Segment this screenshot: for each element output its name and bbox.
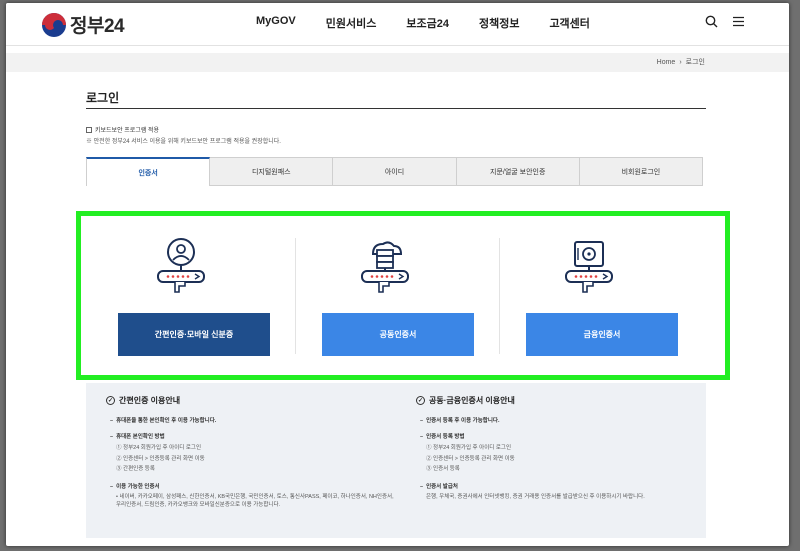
- certificate-panel: 간편인증·모바일 신분증 공동인증서 금융인증서: [76, 211, 730, 380]
- tab-digital-onepass[interactable]: 디지털원패스: [210, 157, 334, 186]
- site-header: 정부24 MyGOV 민원서비스 보조금24 정책정보 고객센터: [6, 3, 789, 46]
- simple-auth-guide: ✓ 간편인증 이용안내 – 휴대폰을 통한 본인확인 후 이용 가능합니다. – 휴…: [106, 395, 406, 517]
- guide-title: 간편인증 이용안내: [119, 396, 181, 405]
- browser-window: 정부24 MyGOV 민원서비스 보조금24 정책정보 고객센터 Home › …: [6, 3, 789, 546]
- tab-id[interactable]: 아이디: [333, 157, 457, 186]
- financial-cert-column: 금융인증서: [489, 216, 689, 375]
- tab-biometric[interactable]: 지문/얼굴 보안인증: [456, 157, 580, 186]
- logo-text: 정부24: [70, 16, 125, 37]
- breadcrumb-bar: Home › 로그인: [6, 53, 789, 72]
- simple-auth-column: 간편인증·모바일 신분증: [81, 216, 281, 375]
- guide-item: – 인증서 발급처: [420, 484, 458, 491]
- guide-step: ① 정부24 회원가입 후 아이디 로그인: [426, 445, 512, 451]
- main-nav: MyGOV 민원서비스 보조금24 정책정보 고객센터: [256, 15, 620, 31]
- keyboard-security-checkbox[interactable]: [86, 126, 92, 133]
- guide-item: – 이용 가능한 인증서: [110, 484, 160, 491]
- guide-step: ① 정부24 회원가입 후 아이디 로그인: [116, 445, 202, 451]
- joint-cert-button[interactable]: 공동인증서: [322, 313, 474, 356]
- simple-auth-button[interactable]: 간편인증·모바일 신분증: [118, 313, 270, 356]
- check-circle-icon: ✓: [416, 396, 425, 405]
- financial-cert-button[interactable]: 금융인증서: [526, 313, 678, 356]
- search-icon[interactable]: [705, 15, 718, 28]
- nav-customer-center[interactable]: 고객센터: [549, 15, 589, 31]
- guide-item: – 휴대폰 본인확인 방법: [110, 434, 165, 440]
- usage-guide: ✓ 간편인증 이용안내 – 휴대폰을 통한 본인확인 후 이용 가능합니다. – 휴…: [86, 383, 706, 538]
- guide-item: – 인증서 등록 방법: [420, 434, 465, 440]
- nav-subsidy24[interactable]: 보조금24: [406, 15, 449, 31]
- tabs-underline: [209, 185, 703, 186]
- page-title: 로그인: [86, 91, 120, 105]
- joint-cert-column: 공동인증서: [285, 216, 485, 375]
- breadcrumb-current: 로그인: [685, 59, 705, 66]
- guide-heading: ✓ 공동·금융인증서 이용안내: [416, 395, 696, 406]
- guide-provider-list: • 네이버, 카카오페이, 삼성패스, 신한인증서, KB국민은행, 국민인증서…: [116, 494, 394, 508]
- cert-guide: ✓ 공동·금융인증서 이용안내 – 인증서 등록 후 이용 가능합니다. – 인증서…: [416, 395, 696, 510]
- chevron-right-icon: ›: [679, 58, 682, 66]
- nav-mygov[interactable]: MyGOV: [256, 15, 296, 31]
- user-key-icon: [155, 238, 207, 300]
- guide-item: – 인증서 등록 후 이용 가능합니다.: [420, 418, 500, 424]
- login-tabs: 인증서 디지털원패스 아이디 지문/얼굴 보안인증 비회원로그인: [86, 157, 704, 186]
- keyboard-security-option[interactable]: 키보드보안 프로그램 적용: [86, 125, 159, 134]
- guide-step: ② 인증센터 > 인증등록 관리 화면 이동: [116, 455, 205, 462]
- header-icons: [705, 15, 745, 28]
- site-logo[interactable]: 정부24: [42, 11, 125, 38]
- guide-issuer-text: 은행, 우체국, 증권사에서 인터넷뱅킹, 증권 거래용 인증서를 발급받으신 …: [426, 494, 645, 501]
- taegeuk-logo-icon: [42, 12, 66, 37]
- keyboard-security-label: 키보드보안 프로그램 적용: [95, 128, 160, 134]
- nav-policy-info[interactable]: 정책정보: [479, 15, 519, 31]
- guide-step: ② 인증센터 > 인증등록 관리 화면 이동: [426, 455, 515, 462]
- guide-title: 공동·금융인증서 이용안내: [429, 396, 515, 405]
- cloud-server-key-icon: [359, 238, 411, 300]
- check-circle-icon: ✓: [106, 396, 115, 405]
- breadcrumb: Home › 로그인: [657, 57, 705, 67]
- guide-step: ③ 간편인증 등록: [116, 466, 155, 473]
- nav-civil-services[interactable]: 민원서비스: [326, 15, 377, 31]
- title-divider: [86, 108, 706, 109]
- tab-certificate[interactable]: 인증서: [86, 157, 211, 186]
- guide-step: ③ 인증서 등록: [426, 466, 460, 473]
- menu-icon[interactable]: [732, 15, 745, 28]
- guide-heading: ✓ 간편인증 이용안내: [106, 395, 406, 406]
- vault-key-icon: [563, 238, 615, 300]
- breadcrumb-home[interactable]: Home: [657, 59, 676, 66]
- keyboard-security-note: ※ 안전한 정부24 서비스 이용을 위해 키보드보안 프로그램 적용을 권장합…: [86, 139, 281, 145]
- guide-item: – 휴대폰을 통한 본인확인 후 이용 가능합니다.: [110, 418, 217, 424]
- tab-guest-login[interactable]: 비회원로그인: [579, 157, 704, 186]
